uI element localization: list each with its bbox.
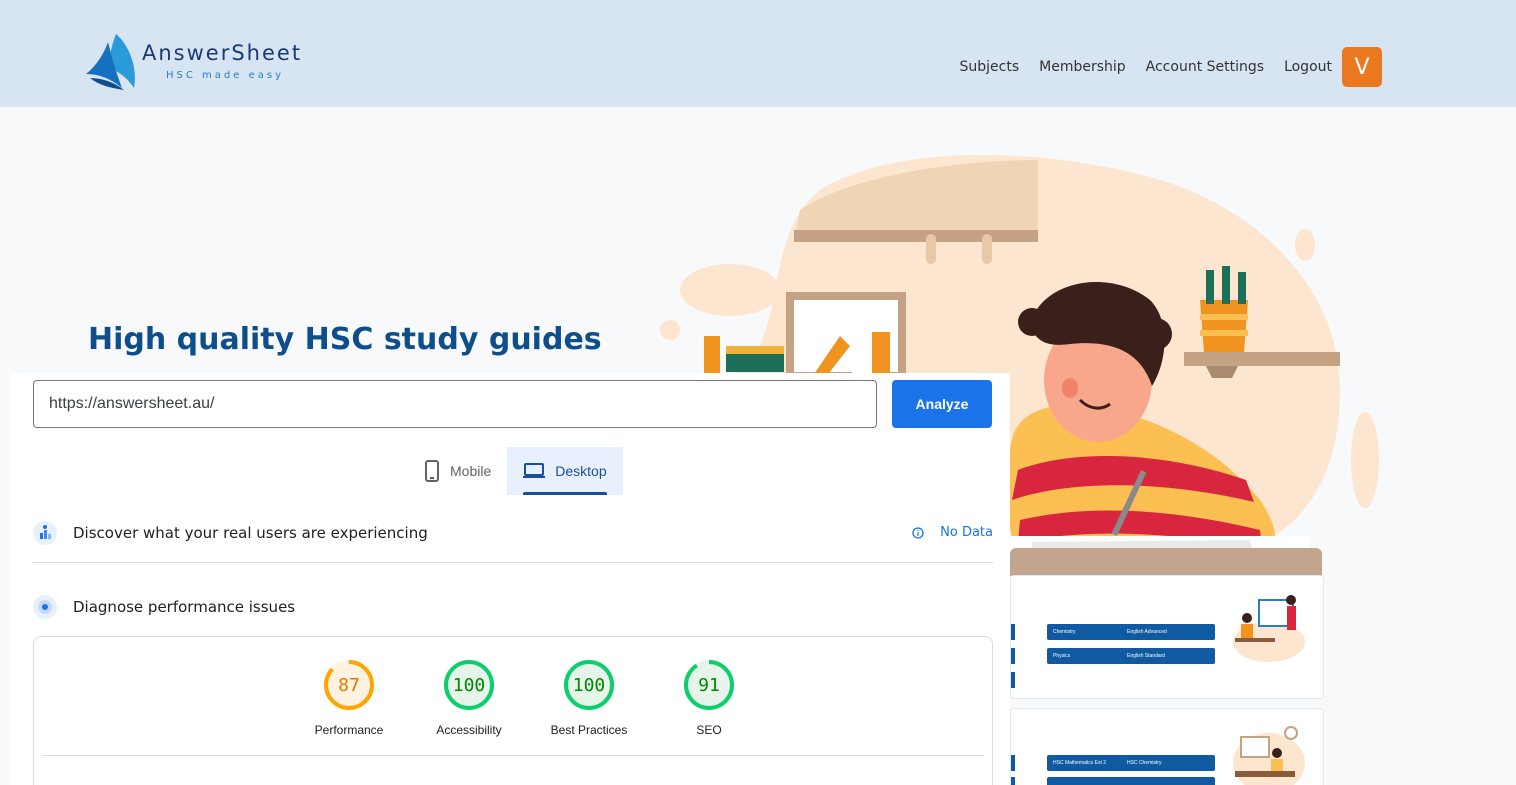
user-avatar[interactable]: V [1342, 47, 1382, 87]
real-users-section[interactable]: Discover what your real users are experi… [33, 513, 993, 563]
desk-top [1010, 548, 1322, 576]
main-nav: Subjects Membership Account Settings Log… [939, 46, 1382, 88]
tab-mobile[interactable]: Mobile [408, 447, 507, 495]
sail-logo-icon [86, 34, 135, 90]
tab-mobile-label: Mobile [450, 463, 492, 479]
tab-stub [1011, 755, 1015, 771]
gauge-ring: 87 [323, 659, 375, 711]
smartphone-icon [425, 460, 439, 482]
gauge-score: 87 [338, 674, 360, 696]
info-icon [912, 526, 924, 539]
no-data-indicator[interactable]: No Data [912, 525, 993, 540]
subjects-card[interactable]: Chemistry English Advanced Physics Engli… [1010, 575, 1324, 699]
classroom-illustration [1233, 726, 1305, 785]
nav-subjects[interactable]: Subjects [959, 59, 1019, 75]
gauge-seo[interactable]: 91 SEO [649, 659, 769, 737]
pagespeed-panel: Analyze Mobile Desktop Discover what you… [10, 373, 1010, 785]
gauge-label: Accessibility [436, 723, 502, 737]
tab-stub [1011, 624, 1015, 640]
gauge-ring: 100 [563, 659, 615, 711]
analyze-button[interactable]: Analyze [892, 380, 992, 428]
laptop-icon [523, 463, 546, 478]
courses-card[interactable]: HSC Mathematics Ext 2 HSC Chemistry [1010, 708, 1324, 785]
answersheet-logo[interactable]: AnswerSheet HSC made easy [86, 32, 306, 92]
url-input[interactable] [33, 380, 877, 428]
gauge-performance[interactable]: 87 Performance [289, 659, 409, 737]
gauge-score: 91 [698, 674, 720, 696]
brand-tagline: HSC made easy [166, 70, 284, 81]
real-users-title: Discover what your real users are experi… [73, 523, 428, 542]
gauge-label: SEO [696, 723, 722, 737]
subject-tab-english-standard[interactable]: English Standard [1121, 648, 1215, 664]
users-chart-icon [33, 520, 57, 545]
nav-account-settings[interactable]: Account Settings [1146, 59, 1264, 75]
gauge-best-practices[interactable]: 100 Best Practices [529, 659, 649, 737]
divider [42, 755, 984, 756]
diagnose-section[interactable]: Diagnose performance issues [33, 587, 993, 627]
gauge-score: 100 [452, 674, 486, 696]
tab-stub [1011, 672, 1015, 688]
diagnose-icon [33, 595, 57, 619]
diagnose-title: Diagnose performance issues [73, 598, 296, 616]
hero-title: High quality HSC study guides [88, 322, 602, 357]
tab-desktop[interactable]: Desktop [507, 447, 623, 495]
course-tab-hsc-chemistry[interactable]: HSC Chemistry [1121, 755, 1215, 771]
subject-tab-english-advanced[interactable]: English Advanced [1121, 624, 1215, 640]
gauge-score: 100 [572, 674, 606, 696]
nav-membership[interactable]: Membership [1039, 59, 1126, 75]
teacher-illustration [1233, 595, 1305, 662]
site-header: AnswerSheet HSC made easy Subjects Membe… [0, 0, 1516, 107]
scores-box: 87 Performance 100 Accessibility 100 Best Pra… [33, 636, 993, 785]
score-gauges: 87 Performance 100 Accessibility 100 Best Pra… [289, 659, 769, 737]
nav-logout[interactable]: Logout [1284, 59, 1332, 75]
tab-stub [1011, 648, 1015, 664]
gauge-label: Performance [314, 723, 384, 737]
no-data-label: No Data [940, 525, 993, 540]
device-tabs: Mobile Desktop [408, 447, 623, 495]
gauge-ring: 100 [443, 659, 495, 711]
brand-name: AnswerSheet [142, 41, 303, 65]
tab-desktop-label: Desktop [555, 463, 607, 479]
gauge-accessibility[interactable]: 100 Accessibility [409, 659, 529, 737]
course-tab[interactable] [1121, 777, 1215, 785]
tab-stub [1011, 777, 1015, 785]
gauge-ring: 91 [683, 659, 735, 711]
gauge-label: Best Practices [550, 723, 628, 737]
